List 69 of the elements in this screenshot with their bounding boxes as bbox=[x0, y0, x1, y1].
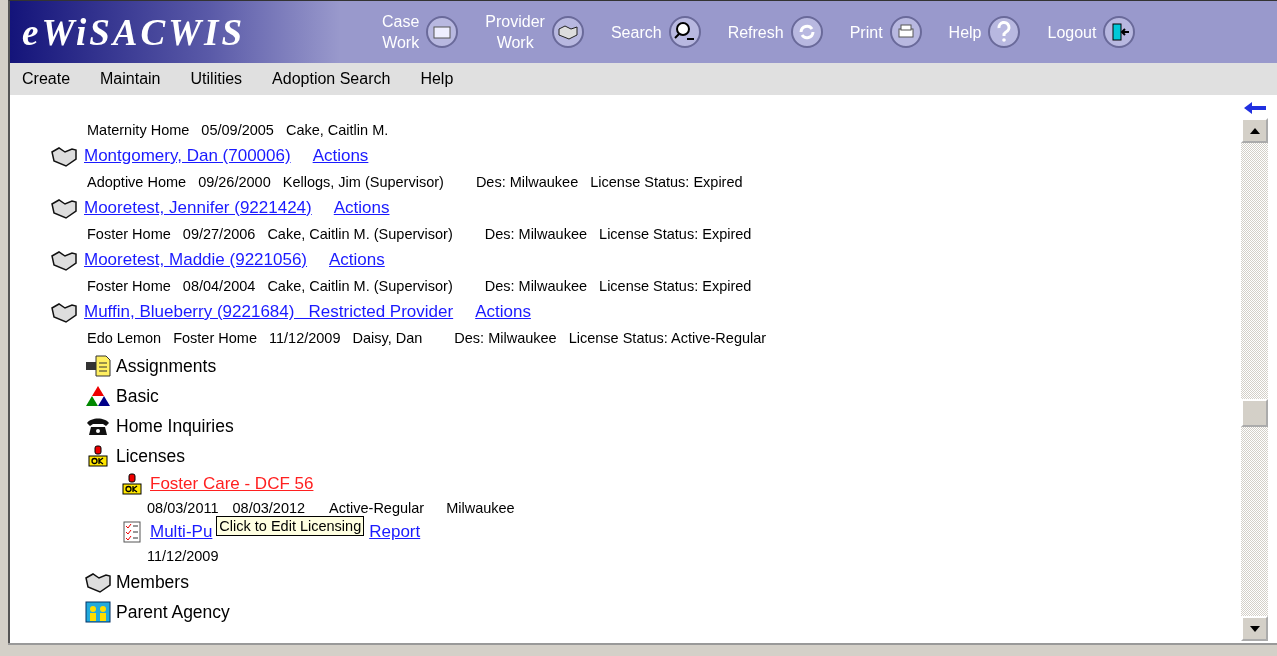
detail-text: Cake, Caitlin M. (Supervisor) bbox=[267, 226, 453, 242]
detail-text: 08/03/2011 bbox=[147, 500, 219, 516]
tree-item[interactable]: Home Inquiries bbox=[116, 415, 234, 437]
refresh-icon bbox=[789, 15, 824, 49]
license-link[interactable]: Foster Care - DCF 56 bbox=[150, 474, 314, 494]
people-icon bbox=[84, 600, 112, 624]
detail-text: Cake, Caitlin M. bbox=[285, 122, 389, 138]
detail-text: 11/12/2009 bbox=[269, 330, 341, 346]
detail-text: Daisy, Dan bbox=[352, 330, 423, 346]
detail-text: Kellogs, Jim (Supervisor) bbox=[282, 174, 444, 190]
actions-link[interactable]: Actions bbox=[312, 146, 369, 166]
menu-item[interactable]: Create bbox=[22, 70, 71, 88]
tree-item[interactable]: Licenses bbox=[116, 445, 186, 467]
printer-icon bbox=[888, 15, 923, 49]
report-link[interactable]: Multi-Pu bbox=[150, 522, 213, 542]
license-status-text: License Status: Expired bbox=[599, 278, 752, 294]
tree-item[interactable]: Assignments bbox=[116, 355, 217, 377]
scroll-down-button[interactable] bbox=[1241, 616, 1268, 641]
menu-item[interactable]: Help bbox=[420, 70, 454, 88]
detail-text: Foster Home bbox=[173, 330, 257, 346]
logout-icon bbox=[1102, 15, 1137, 49]
license-status-text: License Status: Expired bbox=[590, 174, 743, 190]
designation-text: Des: Milwaukee bbox=[475, 174, 579, 190]
detail-text: Active-Regular bbox=[329, 500, 425, 516]
detail-text: 09/26/2000 bbox=[198, 174, 271, 190]
detail-text: Milwaukee bbox=[446, 500, 515, 516]
designation-text: Des: Milwaukee bbox=[484, 278, 588, 294]
detail-text: Edo Lemon bbox=[87, 330, 162, 346]
detail-text: 11/12/2009 bbox=[147, 548, 219, 564]
detail-text: 05/09/2005 bbox=[201, 122, 274, 138]
detail-text: Foster Home bbox=[87, 278, 171, 294]
back-arrow-icon[interactable] bbox=[1242, 101, 1267, 115]
document-icon bbox=[84, 354, 112, 378]
provider-link[interactable]: Mooretest, Jennifer (9221424) bbox=[84, 198, 312, 218]
menu-item[interactable]: Utilities bbox=[190, 70, 243, 88]
actions-link[interactable]: Actions bbox=[333, 198, 390, 218]
scroll-up-button[interactable] bbox=[1241, 118, 1268, 143]
detail-text: 08/04/2004 bbox=[182, 278, 256, 294]
tree-item[interactable]: Basic bbox=[116, 385, 159, 407]
scroll-thumb[interactable] bbox=[1241, 399, 1268, 427]
tree-item[interactable]: Members bbox=[116, 571, 189, 593]
menu-item[interactable]: Adoption Search bbox=[272, 70, 391, 88]
designation-text: Des: Milwaukee bbox=[454, 330, 557, 346]
tree-item[interactable]: Parent Agency bbox=[116, 601, 230, 623]
help-icon bbox=[987, 15, 1022, 49]
actions-link[interactable]: Actions bbox=[475, 302, 531, 322]
designation-text: Des: Milwaukee bbox=[484, 226, 588, 242]
provider-link[interactable]: Muffin, Blueberry (9221684) Restricted Provider bbox=[84, 302, 454, 322]
provider-link[interactable]: Montgomery, Dan (700006) bbox=[84, 146, 291, 166]
down-arrow-icon bbox=[1249, 625, 1260, 632]
license-status-text: License Status: Expired bbox=[599, 226, 752, 242]
detail-text: Adoptive Home bbox=[87, 174, 187, 190]
folder-icon bbox=[425, 15, 460, 49]
detail-text: Maternity Home bbox=[87, 122, 190, 138]
detail-text: 08/03/2012 bbox=[232, 500, 306, 516]
provider-link[interactable]: Mooretest, Maddie (9221056) bbox=[84, 250, 308, 270]
scrollbar[interactable] bbox=[1241, 118, 1268, 641]
app-logo: eWiSACWIS bbox=[22, 10, 247, 54]
detail-text: Foster Home bbox=[87, 226, 171, 242]
search-icon bbox=[667, 15, 702, 49]
detail-text: 09/27/2006 bbox=[182, 226, 256, 242]
detail-text: Cake, Caitlin M. (Supervisor) bbox=[267, 278, 453, 294]
menu-item[interactable]: Maintain bbox=[100, 70, 161, 88]
triangles-icon bbox=[84, 384, 112, 408]
license-status-text: License Status: Active-Regular bbox=[568, 330, 767, 346]
up-arrow-icon bbox=[1249, 127, 1260, 134]
tooltip: Click to Edit Licensing bbox=[216, 516, 365, 536]
report-link[interactable]: Report bbox=[369, 522, 421, 542]
actions-link[interactable]: Actions bbox=[329, 250, 385, 270]
